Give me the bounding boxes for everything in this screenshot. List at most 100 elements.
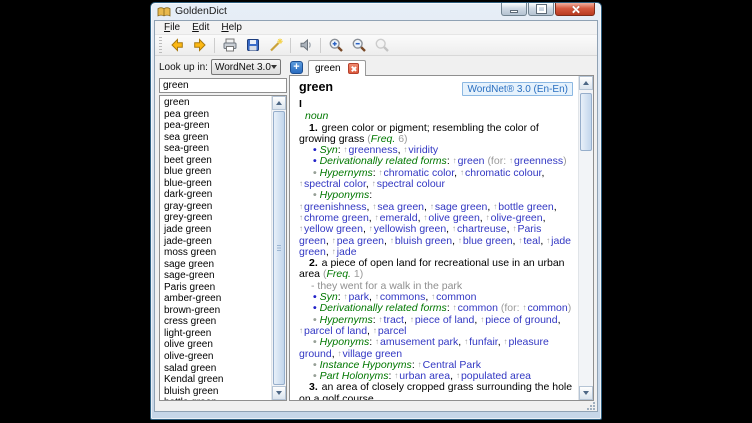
word-list-item[interactable]: brown-green [164,305,270,317]
article-link[interactable]: viridity [408,144,438,156]
zoom-in-button[interactable] [324,35,347,55]
word-list-item[interactable]: sea-green [164,143,270,155]
article-link[interactable]: common [436,291,476,303]
word-list-item[interactable]: blue-green [164,178,270,190]
resize-grip-icon[interactable] [587,402,595,410]
word-list-item[interactable]: amber-green [164,293,270,305]
article-link[interactable]: yellowish green [374,223,446,235]
article-link[interactable]: funfair [469,336,498,348]
word-list-item[interactable]: green [164,97,270,109]
article-link[interactable]: teal [523,235,540,247]
word-list-item[interactable]: light-green [164,328,270,340]
article-link[interactable]: common [527,302,567,314]
zoom-out-button[interactable] [347,35,370,55]
word-list-item[interactable]: blue green [164,166,270,178]
article-link[interactable]: greenishness [304,201,366,213]
article-link[interactable]: parcel [378,325,407,337]
pronounce-button[interactable] [294,35,317,55]
scroll-thumb[interactable] [273,111,285,385]
word-list-item[interactable]: moss green [164,247,270,259]
word-list-item[interactable]: sage green [164,259,270,271]
titlebar[interactable]: GoldenDict [151,3,601,20]
article-link[interactable]: olive-green [491,212,543,224]
article-link[interactable]: spectral colour [377,178,445,190]
word-list-item[interactable]: grey-green [164,212,270,224]
menu-edit[interactable]: Edit [187,22,214,33]
article-link[interactable]: chromatic colour [465,167,541,179]
article-link[interactable]: chartreuse [457,223,507,235]
tab-green[interactable]: green [308,60,366,76]
article-link[interactable]: chrome green [304,212,369,224]
article-link[interactable]: greenness [514,155,563,167]
article-link[interactable]: bottle green [498,201,553,213]
article-link[interactable]: blue green [463,235,513,247]
menu-help[interactable]: Help [216,22,247,33]
word-list-item[interactable]: Kendal green [164,374,270,386]
word-list-item[interactable]: jade green [164,224,270,236]
article-link[interactable]: village green [343,348,403,360]
article-link[interactable]: sea green [377,201,424,213]
article-link[interactable]: commons [380,291,426,303]
article-link[interactable]: sage green [435,201,488,213]
word-list-scrollbar[interactable] [271,96,286,400]
article-link[interactable]: pea green [337,235,384,247]
word-list-item[interactable]: pea green [164,109,270,121]
word-list-item[interactable]: olive-green [164,351,270,363]
search-input[interactable]: green [159,78,287,93]
article-link[interactable]: olive green [428,212,479,224]
word-list-item[interactable]: dark-green [164,189,270,201]
article-link[interactable]: bluish green [395,235,452,247]
dictionary-group-combobox[interactable]: WordNet 3.0 [211,59,281,75]
minimize-button[interactable] [501,3,527,16]
forward-button[interactable] [188,35,211,55]
word-list-item[interactable]: jade-green [164,236,270,248]
scroll-down-button[interactable] [579,386,593,400]
article-link[interactable]: parcel of land [304,325,367,337]
word-list-item[interactable]: gray-green [164,201,270,213]
back-button[interactable] [165,35,188,55]
article-link[interactable]: green [458,155,485,167]
print-button[interactable] [218,35,241,55]
tab-close-icon[interactable] [348,63,359,74]
article-link[interactable]: emerald [380,212,418,224]
article-link[interactable]: tract [384,314,404,326]
article-link[interactable]: park [349,291,369,303]
toolbar-drag-handle[interactable] [159,37,162,53]
word-list-item[interactable]: sea green [164,132,270,144]
word-list-item[interactable]: olive green [164,339,270,351]
article-link[interactable]: common [458,302,498,314]
word-list-item[interactable]: bottle green [164,397,270,400]
article-link[interactable]: Central Park [423,359,481,371]
article-link[interactable]: piece of ground [485,314,557,326]
dictionary-badge[interactable]: WordNet® 3.0 (En-En) [462,82,573,96]
zoom-reset-button[interactable] [370,35,393,55]
word-list-item[interactable]: cress green [164,316,270,328]
article-link[interactable]: jade [337,246,357,258]
word-list-item[interactable]: pea-green [164,120,270,132]
article-link[interactable]: spectral color [304,178,366,190]
save-button[interactable] [241,35,264,55]
article-scrollbar[interactable] [578,76,593,400]
article-link[interactable]: urban area [399,370,450,382]
word-list-item[interactable]: salad green [164,363,270,375]
close-button[interactable] [555,3,595,16]
article-link[interactable]: amusement park [380,336,458,348]
word-list-item[interactable]: sage-green [164,270,270,282]
scroll-up-button[interactable] [579,76,593,90]
maximize-button[interactable] [528,3,554,16]
menu-file[interactable]: File [159,22,185,33]
article-link[interactable]: piece of land [415,314,475,326]
word-list-item[interactable]: Paris green [164,282,270,294]
scroll-down-button[interactable] [272,386,286,400]
article-link[interactable]: greenness [349,144,398,156]
up-arrow: ↑ [394,371,399,380]
article-link[interactable]: yellow green [304,223,363,235]
scroll-up-button[interactable] [272,96,286,110]
scroll-thumb[interactable] [580,93,592,151]
word-list-item[interactable]: bluish green [164,386,270,398]
word-list-item[interactable]: beet green [164,155,270,167]
translate-word-button[interactable] [264,35,287,55]
add-tab-button[interactable]: + [290,61,303,74]
article-link[interactable]: populated area [461,370,531,382]
article-link[interactable]: chromatic color [384,167,455,179]
